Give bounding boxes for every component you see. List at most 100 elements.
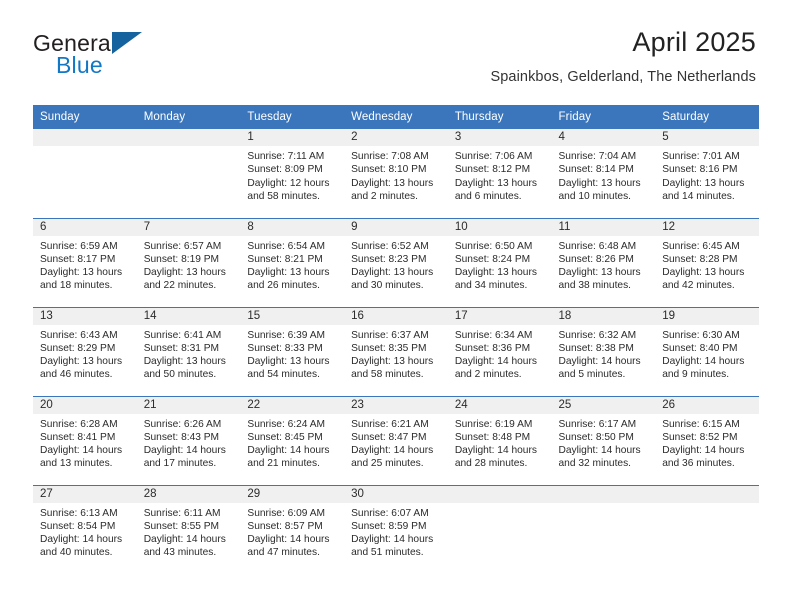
sunset-text: Sunset: 8:36 PM xyxy=(454,342,531,354)
calendar-day-cell[interactable]: 2 Sunrise: 7:08 AM Sunset: 8:10 PM Daylight… xyxy=(344,129,448,218)
weekday-header-monday: Monday xyxy=(136,105,241,129)
day-number: 2 xyxy=(344,129,448,146)
calendar-week-row: 6 Sunrise: 6:59 AM Sunset: 8:17 PM Daylight… xyxy=(33,217,759,307)
sunrise-text: Sunrise: 7:08 AM xyxy=(351,151,429,162)
day-number: 15 xyxy=(240,307,345,325)
daylight-text: Daylight: 14 hours xyxy=(558,445,641,457)
day-number: 20 xyxy=(33,396,137,414)
sunset-text: Sunset: 8:24 PM xyxy=(454,253,531,265)
calendar-empty-cell xyxy=(33,129,137,218)
daylight-text: Daylight: 13 hours xyxy=(662,177,745,189)
calendar-day-cell[interactable]: 11 Sunrise: 6:48 AM Sunset: 8:26 PM Dayligh… xyxy=(551,217,656,307)
calendar-day-cell[interactable]: 6 Sunrise: 6:59 AM Sunset: 8:17 PM Daylight… xyxy=(33,217,137,307)
daylight-text: and 58 minutes. xyxy=(351,369,424,381)
sunset-text: Sunset: 8:10 PM xyxy=(351,164,427,176)
calendar-day-cell[interactable]: 19 Sunrise: 6:30 AM Sunset: 8:40 PM Dayligh… xyxy=(655,306,759,396)
day-sun-info: Sunrise: 6:11 AM Sunset: 8:55 PM Daylight:… xyxy=(137,503,241,560)
calendar-day-cell[interactable]: 23 Sunrise: 6:21 AM Sunset: 8:47 PM Dayligh… xyxy=(344,395,448,485)
sunset-text: Sunset: 8:54 PM xyxy=(40,520,116,532)
day-sun-info: Sunrise: 6:41 AM Sunset: 8:31 PM Daylight:… xyxy=(137,325,241,382)
daylight-text: and 5 minutes. xyxy=(558,369,626,381)
day-number: 17 xyxy=(447,307,552,325)
weekday-header-wednesday: Wednesday xyxy=(344,105,448,129)
day-sun-info: Sunrise: 6:21 AM Sunset: 8:47 PM Daylight:… xyxy=(344,414,448,471)
daylight-text: Daylight: 13 hours xyxy=(558,177,641,189)
sunset-text: Sunset: 8:50 PM xyxy=(558,431,634,443)
calendar-week-row: 27 Sunrise: 6:13 AM Sunset: 8:54 PM Dayligh… xyxy=(33,484,759,574)
calendar-day-cell[interactable]: 10 Sunrise: 6:50 AM Sunset: 8:24 PM Dayligh… xyxy=(447,217,552,307)
calendar-day-cell[interactable]: 16 Sunrise: 6:37 AM Sunset: 8:35 PM Dayligh… xyxy=(344,306,448,396)
day-sun-info: Sunrise: 6:07 AM Sunset: 8:59 PM Daylight:… xyxy=(344,503,448,560)
sunrise-text: Sunrise: 6:17 AM xyxy=(558,418,637,430)
daylight-text: Daylight: 14 hours xyxy=(143,534,226,546)
sunrise-text: Sunrise: 6:11 AM xyxy=(143,507,221,519)
brand-name-blue: Blue xyxy=(56,52,103,78)
calendar-day-cell[interactable]: 1 Sunrise: 7:11 AM Sunset: 8:09 PM Daylight… xyxy=(240,129,345,218)
calendar-day-cell[interactable]: 9 Sunrise: 6:52 AM Sunset: 8:23 PM Daylight… xyxy=(344,217,448,307)
calendar-day-cell[interactable]: 3 Sunrise: 7:06 AM Sunset: 8:12 PM Daylight… xyxy=(447,129,552,218)
daylight-text: Daylight: 13 hours xyxy=(143,267,226,279)
daylight-text: and 10 minutes. xyxy=(558,190,632,202)
daylight-text: and 50 minutes. xyxy=(143,369,217,381)
day-sun-info: Sunrise: 6:50 AM Sunset: 8:24 PM Daylight:… xyxy=(448,236,552,293)
daylight-text: Daylight: 13 hours xyxy=(558,267,641,279)
sunrise-text: Sunrise: 6:28 AM xyxy=(40,418,118,430)
calendar-day-cell[interactable]: 17 Sunrise: 6:34 AM Sunset: 8:36 PM Dayligh… xyxy=(447,306,552,396)
generalblue-logo[interactable]: General Blue xyxy=(33,30,163,78)
daylight-text: Daylight: 13 hours xyxy=(454,177,537,189)
calendar-day-cell[interactable]: 25 Sunrise: 6:17 AM Sunset: 8:50 PM Dayligh… xyxy=(551,395,656,485)
daylight-text: Daylight: 14 hours xyxy=(247,445,330,457)
day-sun-info: Sunrise: 6:28 AM Sunset: 8:41 PM Daylight:… xyxy=(33,414,137,471)
calendar-day-cell[interactable]: 8 Sunrise: 6:54 AM Sunset: 8:21 PM Daylight… xyxy=(240,217,345,307)
calendar-day-cell[interactable]: 5 Sunrise: 7:01 AM Sunset: 8:16 PM Daylight… xyxy=(655,129,759,218)
day-sun-info: Sunrise: 6:57 AM Sunset: 8:19 PM Daylight:… xyxy=(137,236,241,293)
daylight-text: Daylight: 14 hours xyxy=(351,445,434,457)
calendar-day-cell[interactable]: 28 Sunrise: 6:11 AM Sunset: 8:55 PM Dayligh… xyxy=(136,484,241,574)
calendar-day-cell[interactable]: 21 Sunrise: 6:26 AM Sunset: 8:43 PM Dayligh… xyxy=(136,395,241,485)
calendar-day-cell[interactable]: 14 Sunrise: 6:41 AM Sunset: 8:31 PM Dayligh… xyxy=(136,306,241,396)
calendar-day-cell[interactable]: 7 Sunrise: 6:57 AM Sunset: 8:19 PM Daylight… xyxy=(136,217,241,307)
day-sun-info: Sunrise: 6:09 AM Sunset: 8:57 PM Daylight:… xyxy=(240,503,344,560)
calendar-day-cell[interactable]: 24 Sunrise: 6:19 AM Sunset: 8:48 PM Dayligh… xyxy=(447,395,552,485)
daylight-text: Daylight: 13 hours xyxy=(247,267,330,279)
calendar-body: 1 Sunrise: 7:11 AM Sunset: 8:09 PM Daylight… xyxy=(33,129,759,574)
day-number: 29 xyxy=(240,485,345,503)
daylight-text: Daylight: 14 hours xyxy=(40,534,123,546)
sunset-text: Sunset: 8:59 PM xyxy=(351,520,427,532)
calendar-day-cell[interactable]: 18 Sunrise: 6:32 AM Sunset: 8:38 PM Dayligh… xyxy=(551,306,656,396)
day-number: 27 xyxy=(33,485,137,503)
daylight-text: Daylight: 14 hours xyxy=(351,534,434,546)
sunrise-text: Sunrise: 6:54 AM xyxy=(247,240,325,252)
sunset-text: Sunset: 8:09 PM xyxy=(247,164,323,176)
daylight-text: and 47 minutes. xyxy=(247,547,320,559)
daylight-text: Daylight: 14 hours xyxy=(454,356,537,368)
calendar-day-cell[interactable]: 29 Sunrise: 6:09 AM Sunset: 8:57 PM Dayligh… xyxy=(240,484,345,574)
day-sun-info: Sunrise: 6:37 AM Sunset: 8:35 PM Daylight:… xyxy=(344,325,448,382)
sunrise-text: Sunrise: 6:19 AM xyxy=(454,418,533,430)
calendar-day-cell[interactable]: 27 Sunrise: 6:13 AM Sunset: 8:54 PM Dayligh… xyxy=(33,484,137,574)
sunset-text: Sunset: 8:19 PM xyxy=(143,253,220,265)
sunset-text: Sunset: 8:28 PM xyxy=(662,253,738,265)
daylight-text: and 9 minutes. xyxy=(662,369,730,381)
day-number: 12 xyxy=(655,218,759,236)
sunrise-text: Sunrise: 6:43 AM xyxy=(40,329,118,341)
sunrise-text: Sunrise: 7:06 AM xyxy=(454,151,533,162)
calendar-day-cell[interactable]: 26 Sunrise: 6:15 AM Sunset: 8:52 PM Dayligh… xyxy=(655,395,759,485)
daylight-text: and 6 minutes. xyxy=(454,190,522,202)
calendar-day-cell[interactable]: 15 Sunrise: 6:39 AM Sunset: 8:33 PM Dayligh… xyxy=(240,306,345,396)
calendar-day-cell[interactable]: 12 Sunrise: 6:45 AM Sunset: 8:28 PM Dayligh… xyxy=(655,217,759,307)
sunset-text: Sunset: 8:52 PM xyxy=(662,431,738,443)
sunrise-text: Sunrise: 6:52 AM xyxy=(351,240,429,252)
page-title: April 2025 xyxy=(632,27,756,57)
calendar-day-cell[interactable]: 20 Sunrise: 6:28 AM Sunset: 8:41 PM Dayligh… xyxy=(33,395,137,485)
calendar-day-cell[interactable]: 13 Sunrise: 6:43 AM Sunset: 8:29 PM Dayligh… xyxy=(33,306,137,396)
calendar-day-cell[interactable]: 4 Sunrise: 7:04 AM Sunset: 8:14 PM Daylight… xyxy=(551,129,656,218)
daylight-text: and 18 minutes. xyxy=(40,280,113,292)
day-number: 8 xyxy=(240,218,345,236)
day-sun-info: Sunrise: 6:17 AM Sunset: 8:50 PM Daylight:… xyxy=(552,414,656,471)
calendar-day-cell[interactable]: 30 Sunrise: 6:07 AM Sunset: 8:59 PM Dayligh… xyxy=(344,484,448,574)
calendar-day-cell[interactable]: 22 Sunrise: 6:24 AM Sunset: 8:45 PM Dayligh… xyxy=(240,395,345,485)
daylight-text: and 2 minutes. xyxy=(351,190,418,202)
calendar-table: Sunday Monday Tuesday Wednesday Thursday Frid… xyxy=(33,105,759,574)
daylight-text: and 46 minutes. xyxy=(40,369,113,381)
